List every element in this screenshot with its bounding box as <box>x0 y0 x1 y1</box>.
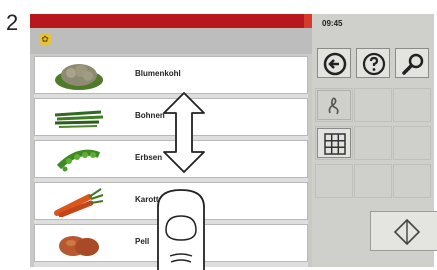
list-item-label: Bohnen <box>135 111 165 120</box>
list-item-carrots[interactable]: Karotten <box>34 182 308 220</box>
keypad-button[interactable] <box>317 128 351 158</box>
grid-keypad-icon <box>324 133 346 155</box>
vegetable-list[interactable]: Blumenkohl Bohnen Erbsen Karotten Pell <box>34 56 308 267</box>
select-button[interactable] <box>370 211 437 251</box>
arrow-left-circle-icon <box>323 52 347 76</box>
right-panel: 09:45 <box>312 14 437 267</box>
grid-cell <box>393 88 431 122</box>
grid-cell <box>393 126 431 160</box>
grid-cell <box>354 164 392 198</box>
list-item-peas[interactable]: Erbsen <box>34 140 308 178</box>
pen-scribble-icon <box>328 97 339 115</box>
grid-cell <box>315 164 353 198</box>
potatoes-image <box>59 236 99 256</box>
peas-image <box>56 149 101 172</box>
category-icon: ✿ <box>39 33 51 45</box>
help-button[interactable] <box>356 48 390 78</box>
status-bar-end <box>304 14 312 28</box>
list-item-label: Karotten <box>135 195 168 204</box>
question-circle-icon <box>362 52 386 76</box>
green-beans-image <box>54 110 104 128</box>
list-item-beans[interactable]: Bohnen <box>34 98 308 136</box>
back-button[interactable] <box>317 48 351 78</box>
list-item-label: Erbsen <box>135 153 163 162</box>
grid-cell <box>354 126 392 160</box>
clock-time: 09:45 <box>322 19 343 28</box>
carrots-image <box>54 188 104 217</box>
diamond-arrows-icon <box>393 218 421 246</box>
list-header-bar <box>30 28 312 54</box>
list-item-label: Pell <box>135 237 150 246</box>
magnifier-icon <box>402 53 424 75</box>
grid-cell <box>393 164 431 198</box>
step-number: 2 <box>6 10 19 35</box>
device-screen: ✿ Blumenkohl Bohnen Erbsen Karotten Pell… <box>30 14 437 267</box>
handwriting-button[interactable] <box>317 90 351 120</box>
list-item-potatoes[interactable]: Pell <box>34 224 308 262</box>
status-bar <box>30 14 312 28</box>
list-item-cauliflower[interactable]: Blumenkohl <box>34 56 308 94</box>
list-item-label: Blumenkohl <box>135 69 181 78</box>
grid-cell <box>354 88 392 122</box>
search-button[interactable] <box>395 48 429 78</box>
cauliflower-image <box>55 64 103 90</box>
